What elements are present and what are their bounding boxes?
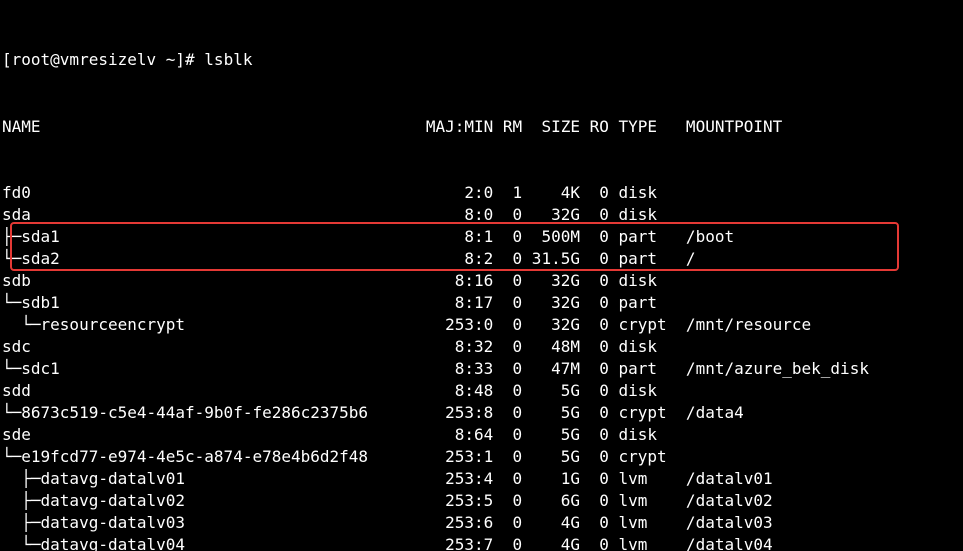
lsblk-row: └─resourceencrypt 253:0 0 32G 0 crypt /m… (2, 314, 961, 336)
terminal[interactable]: [root@vmresizelv ~]# lsblk NAME MAJ:MIN … (0, 0, 963, 551)
lsblk-row: sdc 8:32 0 48M 0 disk (2, 336, 961, 358)
lsblk-row: └─8673c519-c5e4-44af-9b0f-fe286c2375b6 2… (2, 402, 961, 424)
lsblk-row: sde 8:64 0 5G 0 disk (2, 424, 961, 446)
lsblk-rows: fd0 2:0 1 4K 0 disk sda 8:0 0 32G 0 disk… (2, 182, 961, 551)
lsblk-row: sdd 8:48 0 5G 0 disk (2, 380, 961, 402)
prompt-line: [root@vmresizelv ~]# lsblk (2, 48, 961, 72)
lsblk-row: ├─datavg-datalv03 253:6 0 4G 0 lvm /data… (2, 512, 961, 534)
lsblk-row: ├─datavg-datalv01 253:4 0 1G 0 lvm /data… (2, 468, 961, 490)
prompt-prefix: [root@vmresizelv ~]# (2, 50, 204, 69)
lsblk-row: └─sda2 8:2 0 31.5G 0 part / (2, 248, 961, 270)
lsblk-row: └─sdb1 8:17 0 32G 0 part (2, 292, 961, 314)
lsblk-row: └─datavg-datalv04 253:7 0 4G 0 lvm /data… (2, 534, 961, 551)
lsblk-row: fd0 2:0 1 4K 0 disk (2, 182, 961, 204)
lsblk-row: └─sdc1 8:33 0 47M 0 part /mnt/azure_bek_… (2, 358, 961, 380)
prompt-command: lsblk (204, 50, 252, 69)
lsblk-row: └─e19fcd77-e974-4e5c-a874-e78e4b6d2f48 2… (2, 446, 961, 468)
lsblk-header: NAME MAJ:MIN RM SIZE RO TYPE MOUNTPOINT (2, 116, 961, 138)
lsblk-row: sda 8:0 0 32G 0 disk (2, 204, 961, 226)
lsblk-row: ├─sda1 8:1 0 500M 0 part /boot (2, 226, 961, 248)
lsblk-row: sdb 8:16 0 32G 0 disk (2, 270, 961, 292)
lsblk-row: ├─datavg-datalv02 253:5 0 6G 0 lvm /data… (2, 490, 961, 512)
